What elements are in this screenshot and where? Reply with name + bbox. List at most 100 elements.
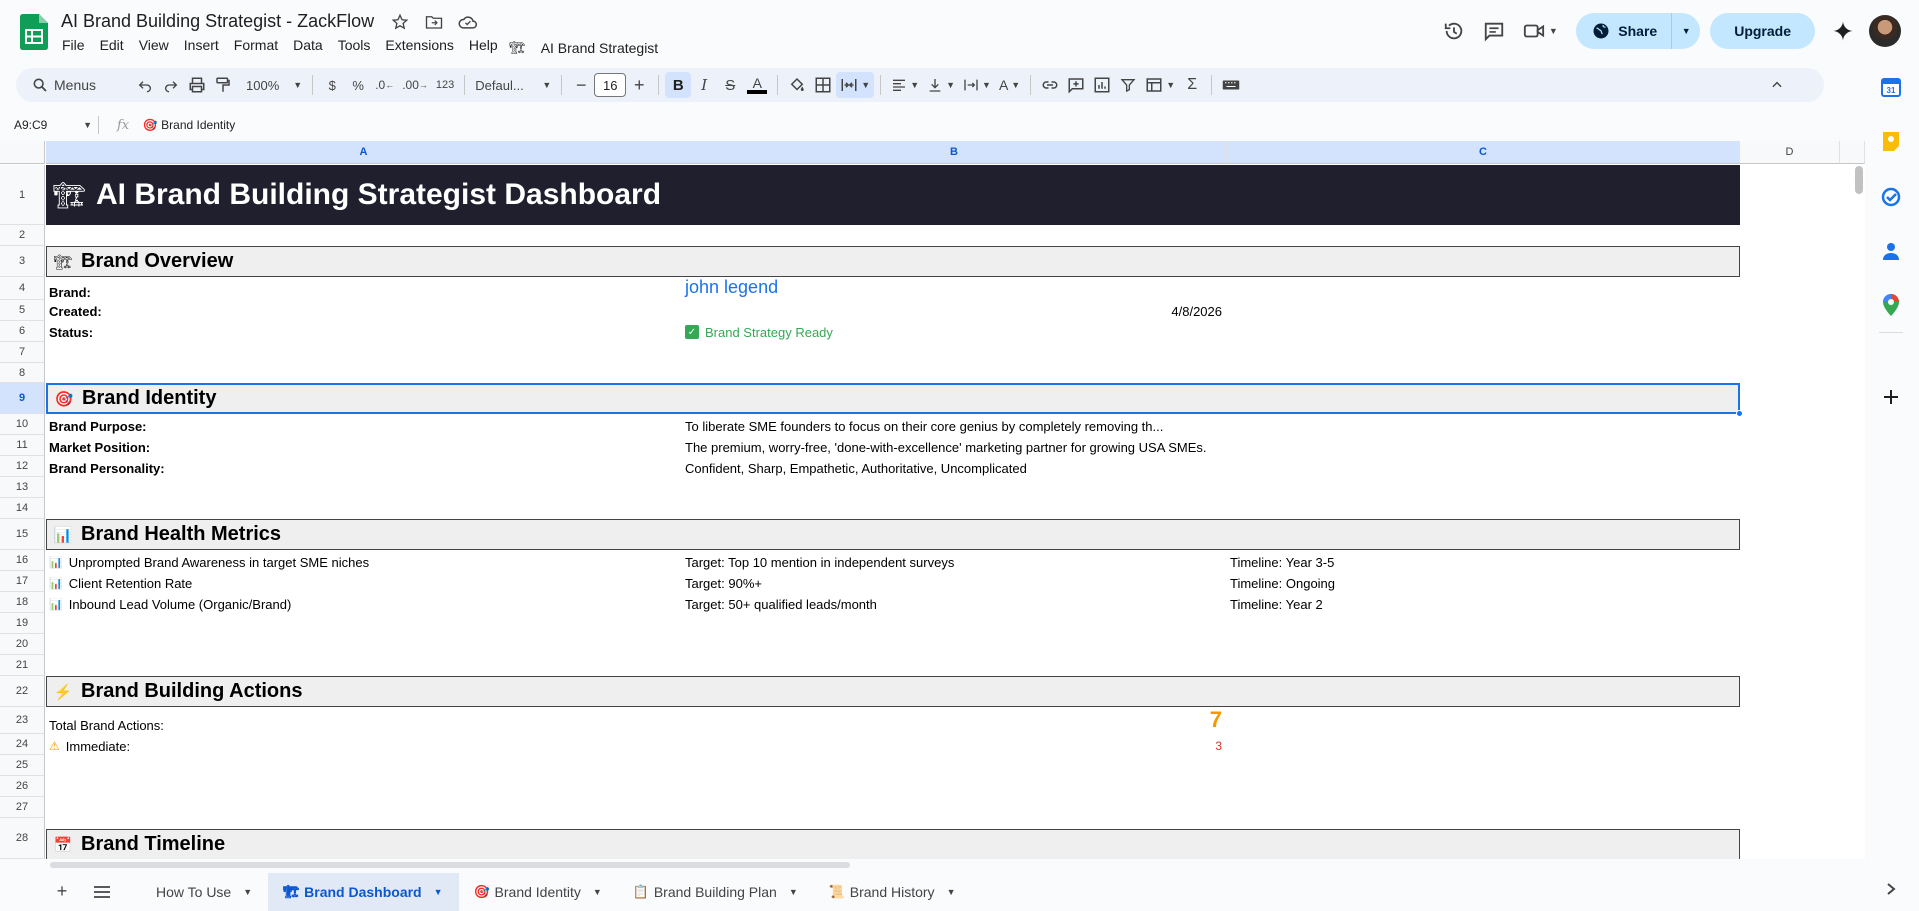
keep-notes-icon[interactable] (1880, 130, 1902, 152)
row-header-22[interactable]: 22 (0, 676, 45, 707)
metric-target[interactable]: Target: Top 10 mention in independent su… (685, 554, 954, 570)
column-header-e[interactable] (1840, 141, 1865, 164)
created-label[interactable]: Created: (49, 303, 102, 319)
add-addon-icon[interactable] (1880, 386, 1902, 408)
vertical-scrollbar[interactable] (1853, 164, 1865, 859)
functions-icon[interactable]: Σ (1179, 72, 1205, 98)
menu-edit[interactable]: Edit (100, 36, 131, 57)
total-actions-label[interactable]: Total Brand Actions: (49, 717, 164, 733)
menu-ai-brand-strategist[interactable]: 🏗 AI Brand Strategist (509, 36, 681, 57)
document-title[interactable]: AI Brand Building Strategist - ZackFlow (61, 11, 374, 32)
row-header-1[interactable]: 1 (0, 165, 45, 225)
immediate-label-cell[interactable]: ⚠ Immediate: (49, 738, 130, 754)
row-header-13[interactable]: 13 (0, 477, 45, 498)
row-header-20[interactable]: 20 (0, 634, 45, 655)
increase-decimal-button[interactable]: .00 → (398, 72, 432, 98)
filter-views-icon[interactable]: ▼ (1141, 72, 1179, 98)
share-button[interactable]: Share ▼ (1576, 13, 1701, 49)
text-color-button[interactable]: A (743, 72, 771, 98)
percent-format-button[interactable]: % (345, 72, 371, 98)
metric-name-cell[interactable]: 📊 Unprompted Brand Awareness in target S… (49, 554, 369, 570)
tab-brand-identity[interactable]: 🎯 Brand Identity ▼ (459, 873, 618, 911)
italic-button[interactable]: I (691, 72, 717, 98)
maps-icon[interactable] (1880, 294, 1902, 316)
comments-icon[interactable] (1474, 15, 1514, 47)
contacts-icon[interactable] (1880, 240, 1902, 262)
chevron-down-icon[interactable]: ▼ (243, 887, 252, 897)
tab-how-to-use[interactable]: How To Use ▼ (140, 873, 268, 911)
select-all-corner[interactable] (0, 141, 45, 164)
row-header-2[interactable]: 2 (0, 225, 45, 246)
text-rotation-icon[interactable]: A ▼ (995, 72, 1024, 98)
decrease-font-size-button[interactable]: − (568, 72, 594, 98)
row-header-7[interactable]: 7 (0, 342, 45, 363)
increase-font-size-button[interactable]: + (626, 72, 652, 98)
brand-personality-label[interactable]: Brand Personality: (49, 460, 165, 476)
filter-icon[interactable] (1115, 72, 1141, 98)
metric-name-cell[interactable]: 📊 Inbound Lead Volume (Organic/Brand) (49, 596, 291, 612)
dashboard-banner[interactable]: 🏗 AI Brand Building Strategist Dashboard (46, 165, 1740, 225)
undo-icon[interactable] (132, 72, 158, 98)
section-brand-building-actions[interactable]: ⚡ Brand Building Actions (46, 676, 1740, 707)
market-position-value[interactable]: The premium, worry-free, 'done-with-exce… (685, 439, 1207, 455)
currency-format-button[interactable]: $ (319, 72, 345, 98)
star-icon[interactable] (390, 12, 410, 32)
selection-fill-handle[interactable] (1736, 410, 1743, 417)
spreadsheet-grid[interactable]: A B C D 1 2 3 4 5 6 7 8 9 10 11 12 13 14… (0, 141, 1865, 859)
brand-value[interactable]: john legend (685, 277, 778, 297)
font-size-input[interactable]: 16 (594, 73, 627, 97)
horizontal-scroll-thumb[interactable] (50, 862, 850, 868)
row-header-26[interactable]: 26 (0, 776, 45, 797)
row-header-21[interactable]: 21 (0, 655, 45, 676)
menu-data[interactable]: Data (293, 36, 330, 57)
cloud-status-icon[interactable] (458, 12, 478, 32)
chevron-down-icon[interactable]: ▼ (947, 887, 956, 897)
redo-icon[interactable] (158, 72, 184, 98)
tab-brand-building-plan[interactable]: 📋 Brand Building Plan ▼ (618, 873, 814, 911)
tab-brand-history[interactable]: 📜 Brand History ▼ (814, 873, 972, 911)
more-formats-button[interactable]: 123 (432, 72, 458, 98)
zoom-select[interactable]: 100% ▼ (242, 72, 306, 98)
immediate-value[interactable]: 3 (1100, 738, 1222, 754)
metric-timeline[interactable]: Timeline: Ongoing (1230, 575, 1335, 591)
chevron-down-icon[interactable]: ▼ (789, 887, 798, 897)
sheets-logo-icon[interactable] (20, 14, 48, 50)
meet-icon[interactable]: ▼ (1514, 15, 1566, 47)
share-dropdown-chevron-icon[interactable]: ▼ (1672, 13, 1700, 49)
move-folder-icon[interactable] (424, 12, 444, 32)
formula-input[interactable]: 🎯 Brand Identity (143, 115, 236, 135)
brand-purpose-label[interactable]: Brand Purpose: (49, 418, 147, 434)
insert-link-icon[interactable] (1037, 72, 1063, 98)
strikethrough-button[interactable]: S (717, 72, 743, 98)
total-actions-value[interactable]: 7 (1100, 707, 1222, 733)
section-brand-identity[interactable]: 🎯 Brand Identity (46, 383, 1740, 414)
vertical-scroll-thumb[interactable] (1855, 166, 1863, 194)
row-header-3[interactable]: 3 (0, 246, 45, 277)
section-brand-timeline[interactable]: 📅 Brand Timeline (46, 829, 1740, 859)
menu-view[interactable]: View (139, 36, 176, 57)
brand-personality-value[interactable]: Confident, Sharp, Empathetic, Authoritat… (685, 460, 1027, 476)
brand-purpose-value[interactable]: To liberate SME founders to focus on the… (685, 418, 1163, 434)
metric-timeline[interactable]: Timeline: Year 2 (1230, 596, 1323, 612)
row-header-16[interactable]: 16 (0, 550, 45, 571)
account-avatar[interactable] (1869, 15, 1901, 47)
row-header-10[interactable]: 10 (0, 414, 45, 435)
row-header-12[interactable]: 12 (0, 456, 45, 477)
calendar-icon[interactable]: 31 (1880, 76, 1902, 98)
insert-comment-icon[interactable] (1063, 72, 1089, 98)
market-position-label[interactable]: Market Position: (49, 439, 150, 455)
row-header-5[interactable]: 5 (0, 300, 45, 321)
created-value[interactable]: 4/8/2026 (1100, 303, 1222, 319)
row-header-6[interactable]: 6 (0, 321, 45, 342)
metric-timeline[interactable]: Timeline: Year 3-5 (1230, 554, 1334, 570)
row-header-25[interactable]: 25 (0, 755, 45, 776)
row-header-9[interactable]: 9 (0, 383, 45, 414)
row-header-14[interactable]: 14 (0, 498, 45, 519)
version-history-icon[interactable] (1434, 15, 1474, 47)
row-header-17[interactable]: 17 (0, 571, 45, 592)
row-header-4[interactable]: 4 (0, 277, 45, 300)
search-menus[interactable]: Menus (20, 72, 132, 98)
row-header-8[interactable]: 8 (0, 363, 45, 383)
menu-tools[interactable]: Tools (338, 36, 378, 57)
status-label[interactable]: Status: (49, 324, 93, 340)
